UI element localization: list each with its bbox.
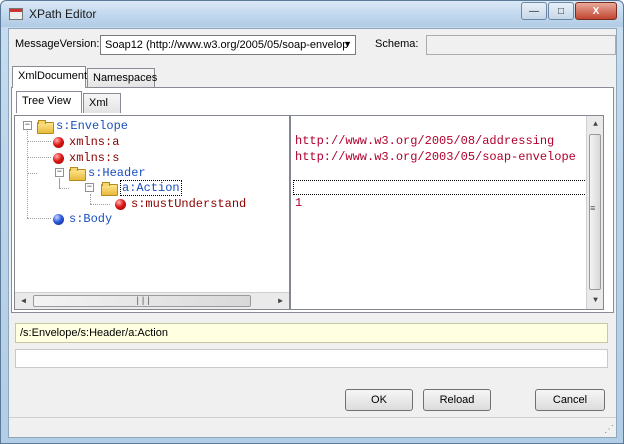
scroll-up-icon[interactable]: ▲	[587, 116, 603, 133]
tree-horizontal-scrollbar[interactable]: ◀ ||| ▶	[15, 292, 289, 309]
scroll-right-icon[interactable]: ▶	[272, 293, 289, 309]
value-row[interactable]: http://www.w3.org/2003/05/soap-envelope	[295, 150, 576, 166]
schema-label: Schema:	[375, 38, 419, 50]
folder-icon	[69, 167, 86, 181]
value-row[interactable]: 1	[295, 196, 302, 212]
collapse-header-icon[interactable]: −	[55, 168, 64, 177]
attribute-icon	[53, 136, 64, 148]
xpath-editor-window: XPath Editor — □ X MessageVersion: Soap1…	[0, 0, 624, 444]
reload-button[interactable]: Reload	[423, 389, 491, 411]
message-version-label: MessageVersion:	[15, 38, 100, 50]
scroll-down-icon[interactable]: ▼	[587, 292, 603, 309]
attribute-icon	[53, 152, 64, 164]
folder-icon	[101, 182, 118, 196]
value-vertical-scrollbar[interactable]: ▲ ≡ ▼	[586, 116, 603, 309]
element-icon	[53, 213, 64, 225]
value-row-selected[interactable]	[293, 180, 599, 195]
tab-namespaces[interactable]: Namespaces	[87, 68, 157, 88]
tree-node-xmlns-a[interactable]: xmlns:a	[53, 134, 119, 150]
ok-button[interactable]: OK	[345, 389, 413, 411]
tree-node-body[interactable]: s:Body	[53, 211, 112, 227]
tree-node-header[interactable]: s:Header	[69, 165, 146, 181]
cancel-button[interactable]: Cancel	[535, 389, 605, 411]
minimize-button[interactable]: —	[521, 2, 547, 20]
dialog-client: MessageVersion: Soap12 (http://www.w3.or…	[8, 28, 617, 438]
value-grid[interactable]: http://www.w3.org/2005/08/addressing htt…	[290, 115, 604, 310]
xpath-result-field[interactable]	[15, 349, 608, 368]
collapse-action-icon[interactable]: −	[85, 183, 94, 192]
xml-tree-view[interactable]: − s:Envelope xmlns:a xmlns:s − s:Header …	[14, 115, 290, 310]
tree-node-mustunderstand[interactable]: s:mustUnderstand	[115, 196, 246, 212]
resize-grip-icon[interactable]: ⋰	[604, 424, 614, 435]
xpath-output[interactable]: /s:Envelope/s:Header/a:Action	[15, 323, 608, 343]
collapse-envelope-icon[interactable]: −	[23, 121, 32, 130]
close-button[interactable]: X	[575, 2, 617, 20]
value-row[interactable]: http://www.w3.org/2005/08/addressing	[295, 134, 554, 150]
maximize-button[interactable]: □	[548, 2, 574, 20]
attribute-icon	[115, 198, 126, 210]
tree-node-action[interactable]: a:Action	[101, 180, 182, 196]
message-version-dropdown[interactable]: Soap12 (http://www.w3.org/2005/05/soap-e…	[100, 35, 356, 55]
tab-xmldocument[interactable]: XmlDocument	[12, 66, 87, 88]
app-window-icon	[9, 8, 23, 20]
tab-tree-view[interactable]: Tree View	[16, 91, 82, 113]
tree-node-envelope[interactable]: s:Envelope	[37, 118, 128, 134]
title-bar[interactable]: XPath Editor — □ X	[1, 1, 623, 27]
tab-xml[interactable]: Xml	[83, 93, 121, 113]
grip-icon: |||	[135, 296, 152, 306]
window-title: XPath Editor	[29, 7, 97, 21]
tree-node-xmlns-s[interactable]: xmlns:s	[53, 150, 119, 166]
message-version-value: Soap12 (http://www.w3.org/2005/05/soap-e…	[105, 39, 349, 51]
status-bar: ⋰	[9, 417, 616, 437]
grip-icon: ≡	[590, 204, 596, 214]
dropdown-arrow-icon: ▼	[343, 39, 352, 49]
scroll-left-icon[interactable]: ◀	[15, 293, 32, 309]
schema-field[interactable]	[426, 35, 616, 55]
folder-icon	[37, 120, 54, 134]
